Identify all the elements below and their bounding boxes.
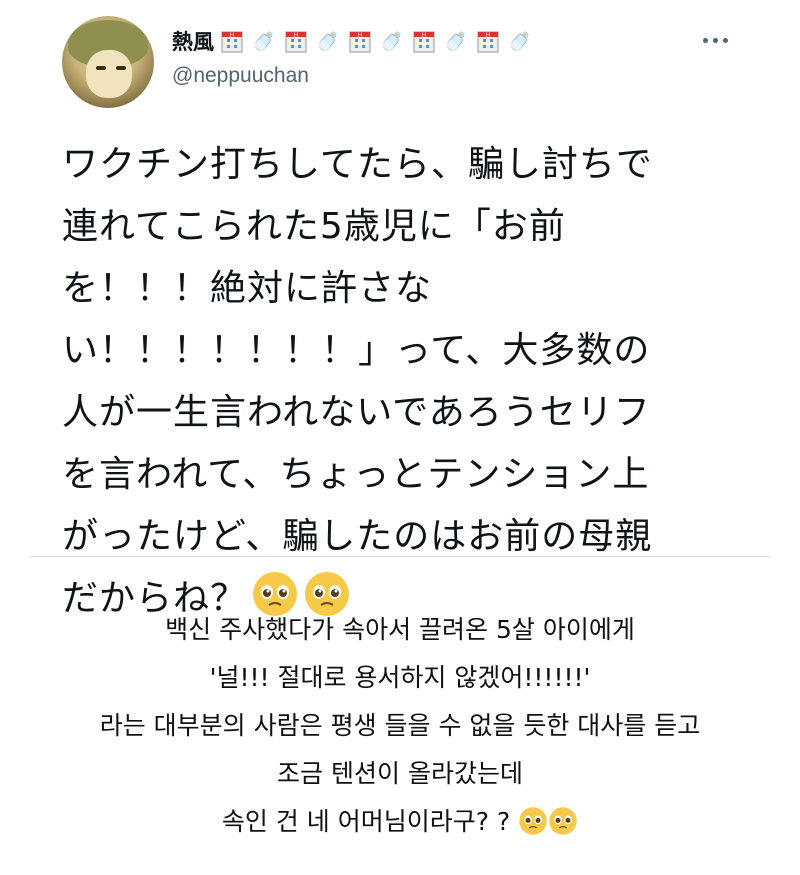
translation-line: 조금 텐션이 올라갔는데 — [277, 759, 523, 788]
translation-line: '널!!! 절대로 용서하지 않겠어!!!!!!' — [209, 663, 591, 692]
avatar-eye — [116, 66, 126, 70]
translation-line: 라는 대부분의 사람은 평생 들을 수 없을 듯한 대사를 듣고 — [99, 711, 701, 740]
translation-line: 속인 건 네 어머님이라구? ? — [221, 807, 511, 836]
svg-text:H: H — [486, 32, 491, 39]
more-dot — [703, 38, 708, 43]
more-dot — [713, 38, 718, 43]
avatar[interactable] — [62, 16, 154, 108]
avatar-eye — [96, 66, 106, 70]
hospital-emoji: H — [218, 27, 246, 55]
tweet-text-line: い！！！！！！！」って、大多数の — [62, 330, 651, 371]
baby-bottle-emoji — [506, 27, 534, 55]
baby-bottle-emoji — [378, 27, 406, 55]
pleading-face-emoji — [518, 804, 548, 852]
translation-line: 백신 주사했다가 속아서 끌려온 5살 아이에게 — [165, 615, 635, 644]
more-dot — [723, 38, 728, 43]
display-name-row[interactable]: 熱風 H H H H H — [172, 24, 534, 58]
hospital-emoji: H — [474, 27, 502, 55]
tweet-text-line: 連れてこられた5歳児に「お前 — [62, 206, 566, 247]
translation-last-line: 속인 건 네 어머님이라구? ? — [0, 798, 800, 846]
svg-text:H: H — [230, 32, 235, 39]
more-horizontal-icon[interactable] — [703, 38, 728, 43]
hospital-emoji: H — [346, 27, 374, 55]
tweet-text-line: ワクチン打ちしてたら、騙し討ちで — [62, 144, 653, 185]
baby-bottle-emoji — [442, 27, 470, 55]
hospital-emoji: H — [410, 27, 438, 55]
tweet-text-line: を！！！絶対に許さな — [62, 268, 433, 309]
hospital-emoji: H — [282, 27, 310, 55]
pleading-face-emoji — [548, 804, 578, 852]
display-name[interactable]: 熱風 — [172, 26, 214, 56]
baby-bottle-emoji — [250, 27, 278, 55]
user-handle[interactable]: @neppuuchan — [172, 64, 309, 88]
svg-text:H: H — [422, 32, 427, 39]
avatar-face — [86, 50, 132, 98]
tweet-text-line: がったけど、騙したのはお前の母親 — [62, 516, 653, 557]
svg-text:H: H — [358, 32, 363, 39]
translation-text: 백신 주사했다가 속아서 끌려온 5살 아이에게 '널!!! 절대로 용서하지 … — [0, 606, 800, 846]
svg-text:H: H — [294, 32, 299, 39]
tweet-text-line: 人が一生言われないであろうセリフ — [62, 392, 651, 433]
divider — [30, 556, 770, 557]
baby-bottle-emoji — [314, 27, 342, 55]
tweet-text-line: を言われて、ちょっとテンション上 — [62, 454, 650, 495]
